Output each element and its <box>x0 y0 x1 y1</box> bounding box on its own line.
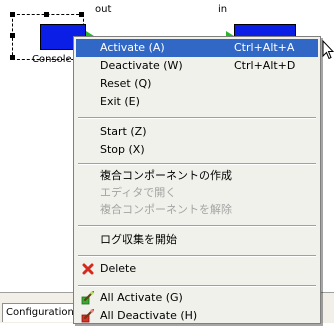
menu-item-decompose-composite: 複合コンポーネントを解除 <box>76 201 318 219</box>
menu-separator <box>78 255 316 257</box>
menu-item-label: Deactivate (W) <box>100 59 183 72</box>
menu-item-activate[interactable]: Activate (A) Ctrl+Alt+A <box>76 39 318 57</box>
menu-item-label: エディタで開く <box>100 186 177 199</box>
menu-item-delete[interactable]: Delete <box>76 260 318 278</box>
menu-item-create-composite[interactable]: 複合コンポーネントの作成 <box>76 167 318 185</box>
mouse-cursor-icon <box>322 39 334 60</box>
menu-item-all-activate[interactable]: All Activate (G) <box>76 289 318 307</box>
all-deactivate-icon <box>81 309 95 323</box>
menu-item-label: Start (Z) <box>100 125 147 138</box>
menu-item-reset[interactable]: Reset (Q) <box>76 75 318 93</box>
menu-item-label: Reset (Q) <box>100 77 152 90</box>
tab-configuration[interactable]: Configuration <box>2 303 80 322</box>
menu-item-start[interactable]: Start (Z) <box>76 123 318 141</box>
selection-handle[interactable] <box>10 33 15 38</box>
selection-handle[interactable] <box>79 12 84 17</box>
menu-item-label: Stop (X) <box>100 143 145 156</box>
selection-handle[interactable] <box>44 12 49 17</box>
menu-item-open-in-editor: エディタで開く <box>76 184 318 202</box>
menu-item-label: All Activate (G) <box>100 291 183 304</box>
menu-separator <box>78 117 316 119</box>
menu-item-deactivate[interactable]: Deactivate (W) Ctrl+Alt+D <box>76 57 318 75</box>
menu-item-all-deactivate[interactable]: All Deactivate (H) <box>76 307 318 325</box>
menu-separator <box>78 285 316 287</box>
menu-item-stop[interactable]: Stop (X) <box>76 141 318 159</box>
out-port-label: out <box>95 4 112 15</box>
menu-item-label: ログ収集を開始 <box>100 233 177 246</box>
menu-item-exit[interactable]: Exit (E) <box>76 93 318 111</box>
selection-handle[interactable] <box>10 12 15 17</box>
menu-separator <box>78 225 316 227</box>
menu-item-accelerator: Ctrl+Alt+D <box>234 59 296 72</box>
all-activate-icon <box>81 291 95 305</box>
tab-configuration-label: Configuration <box>6 307 74 318</box>
menu-item-label: 複合コンポーネントの作成 <box>100 169 232 182</box>
component-context-menu: Activate (A) Ctrl+Alt+A Deactivate (W) C… <box>73 36 321 324</box>
menu-item-start-logging[interactable]: ログ収集を開始 <box>76 231 318 249</box>
menu-item-accelerator: Ctrl+Alt+A <box>234 41 295 54</box>
console-component-label: Console <box>32 54 72 65</box>
menu-item-label: All Deactivate (H) <box>100 309 198 322</box>
menu-separator <box>78 163 316 165</box>
red-x-icon <box>81 262 95 276</box>
in-port-label: in <box>218 4 228 15</box>
menu-item-label: 複合コンポーネントを解除 <box>100 203 232 216</box>
menu-item-label: Delete <box>100 262 137 275</box>
menu-item-label: Exit (E) <box>100 95 140 108</box>
selection-handle[interactable] <box>10 55 15 60</box>
menu-item-label: Activate (A) <box>100 41 165 54</box>
